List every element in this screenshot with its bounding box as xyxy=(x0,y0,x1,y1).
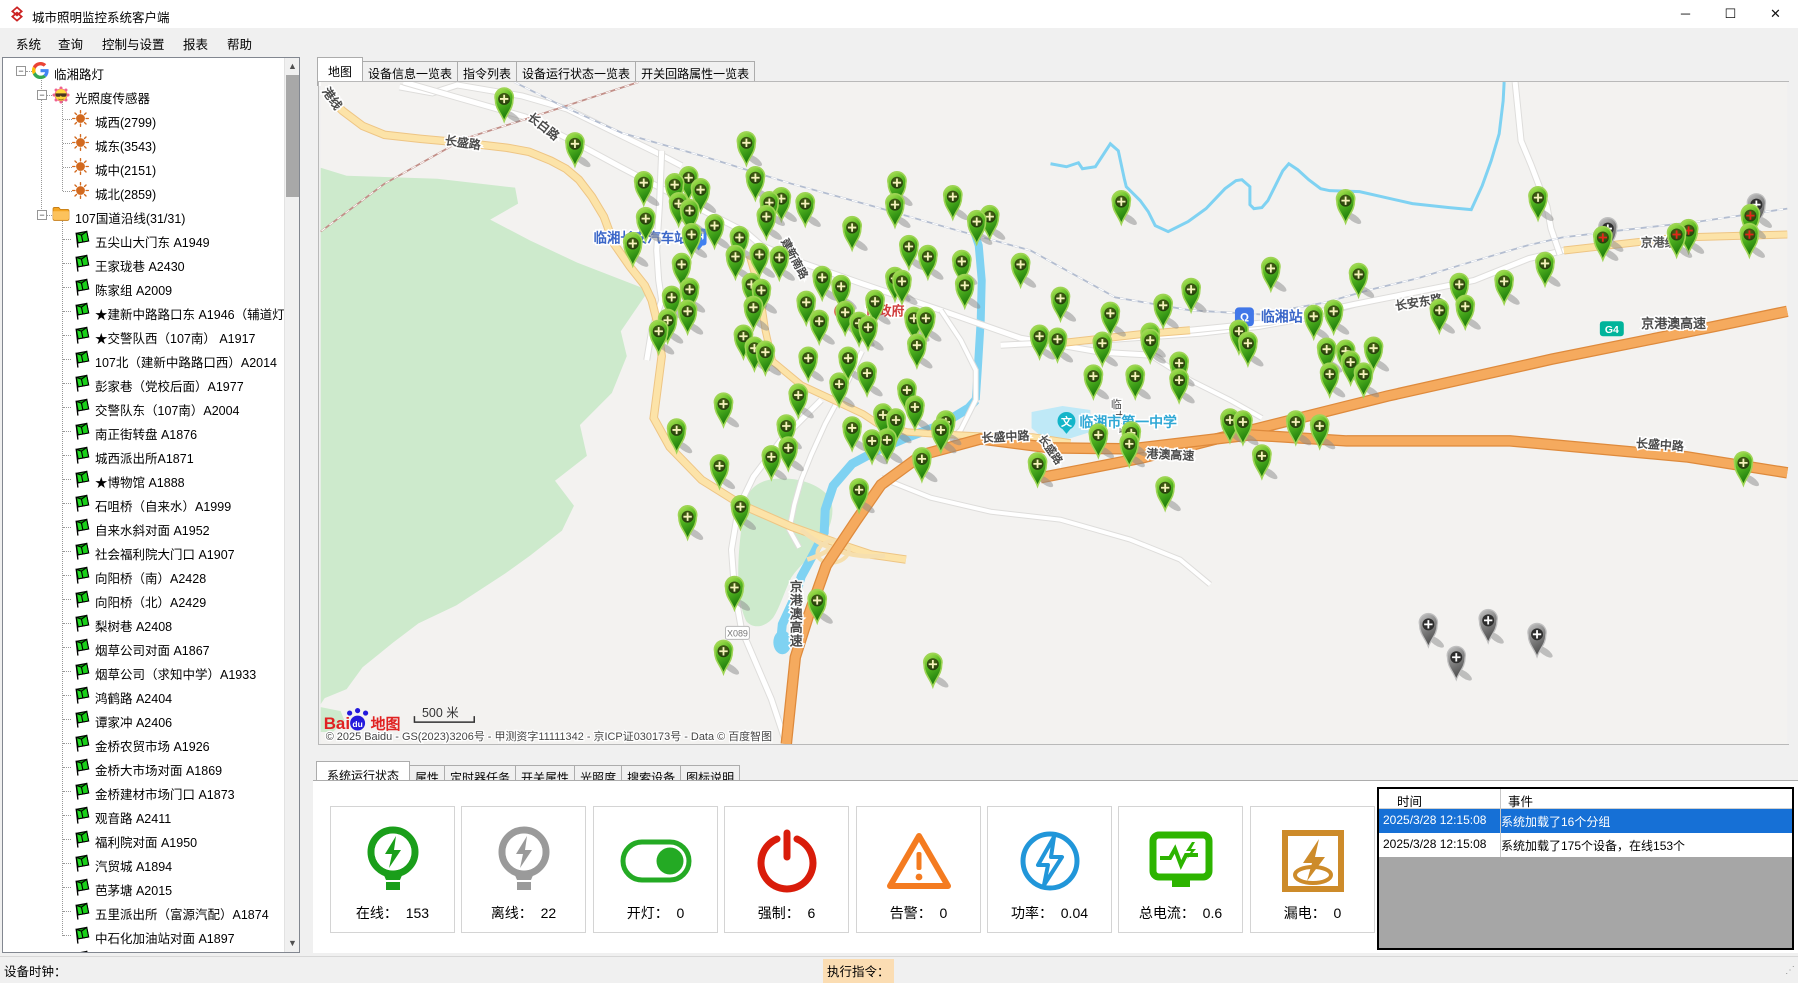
svg-text:京港澳高速: 京港澳高速 xyxy=(1641,316,1706,331)
svg-text:京港澳高速: 京港澳高速 xyxy=(790,579,804,648)
svg-text:G4: G4 xyxy=(1605,325,1619,336)
svg-text:港澳高速: 港澳高速 xyxy=(1146,446,1195,463)
svg-text:du: du xyxy=(352,719,362,729)
svg-text:X089: X089 xyxy=(727,628,748,638)
svg-text:临湘站: 临湘站 xyxy=(1261,308,1303,324)
svg-text:长盛中路: 长盛中路 xyxy=(981,428,1031,446)
svg-text:© 2025 Baidu - GS(2023)3206号 -: © 2025 Baidu - GS(2023)3206号 - 甲测资字11111… xyxy=(326,729,772,743)
svg-text:500 米: 500 米 xyxy=(422,706,459,720)
svg-text:文: 文 xyxy=(1061,414,1073,428)
